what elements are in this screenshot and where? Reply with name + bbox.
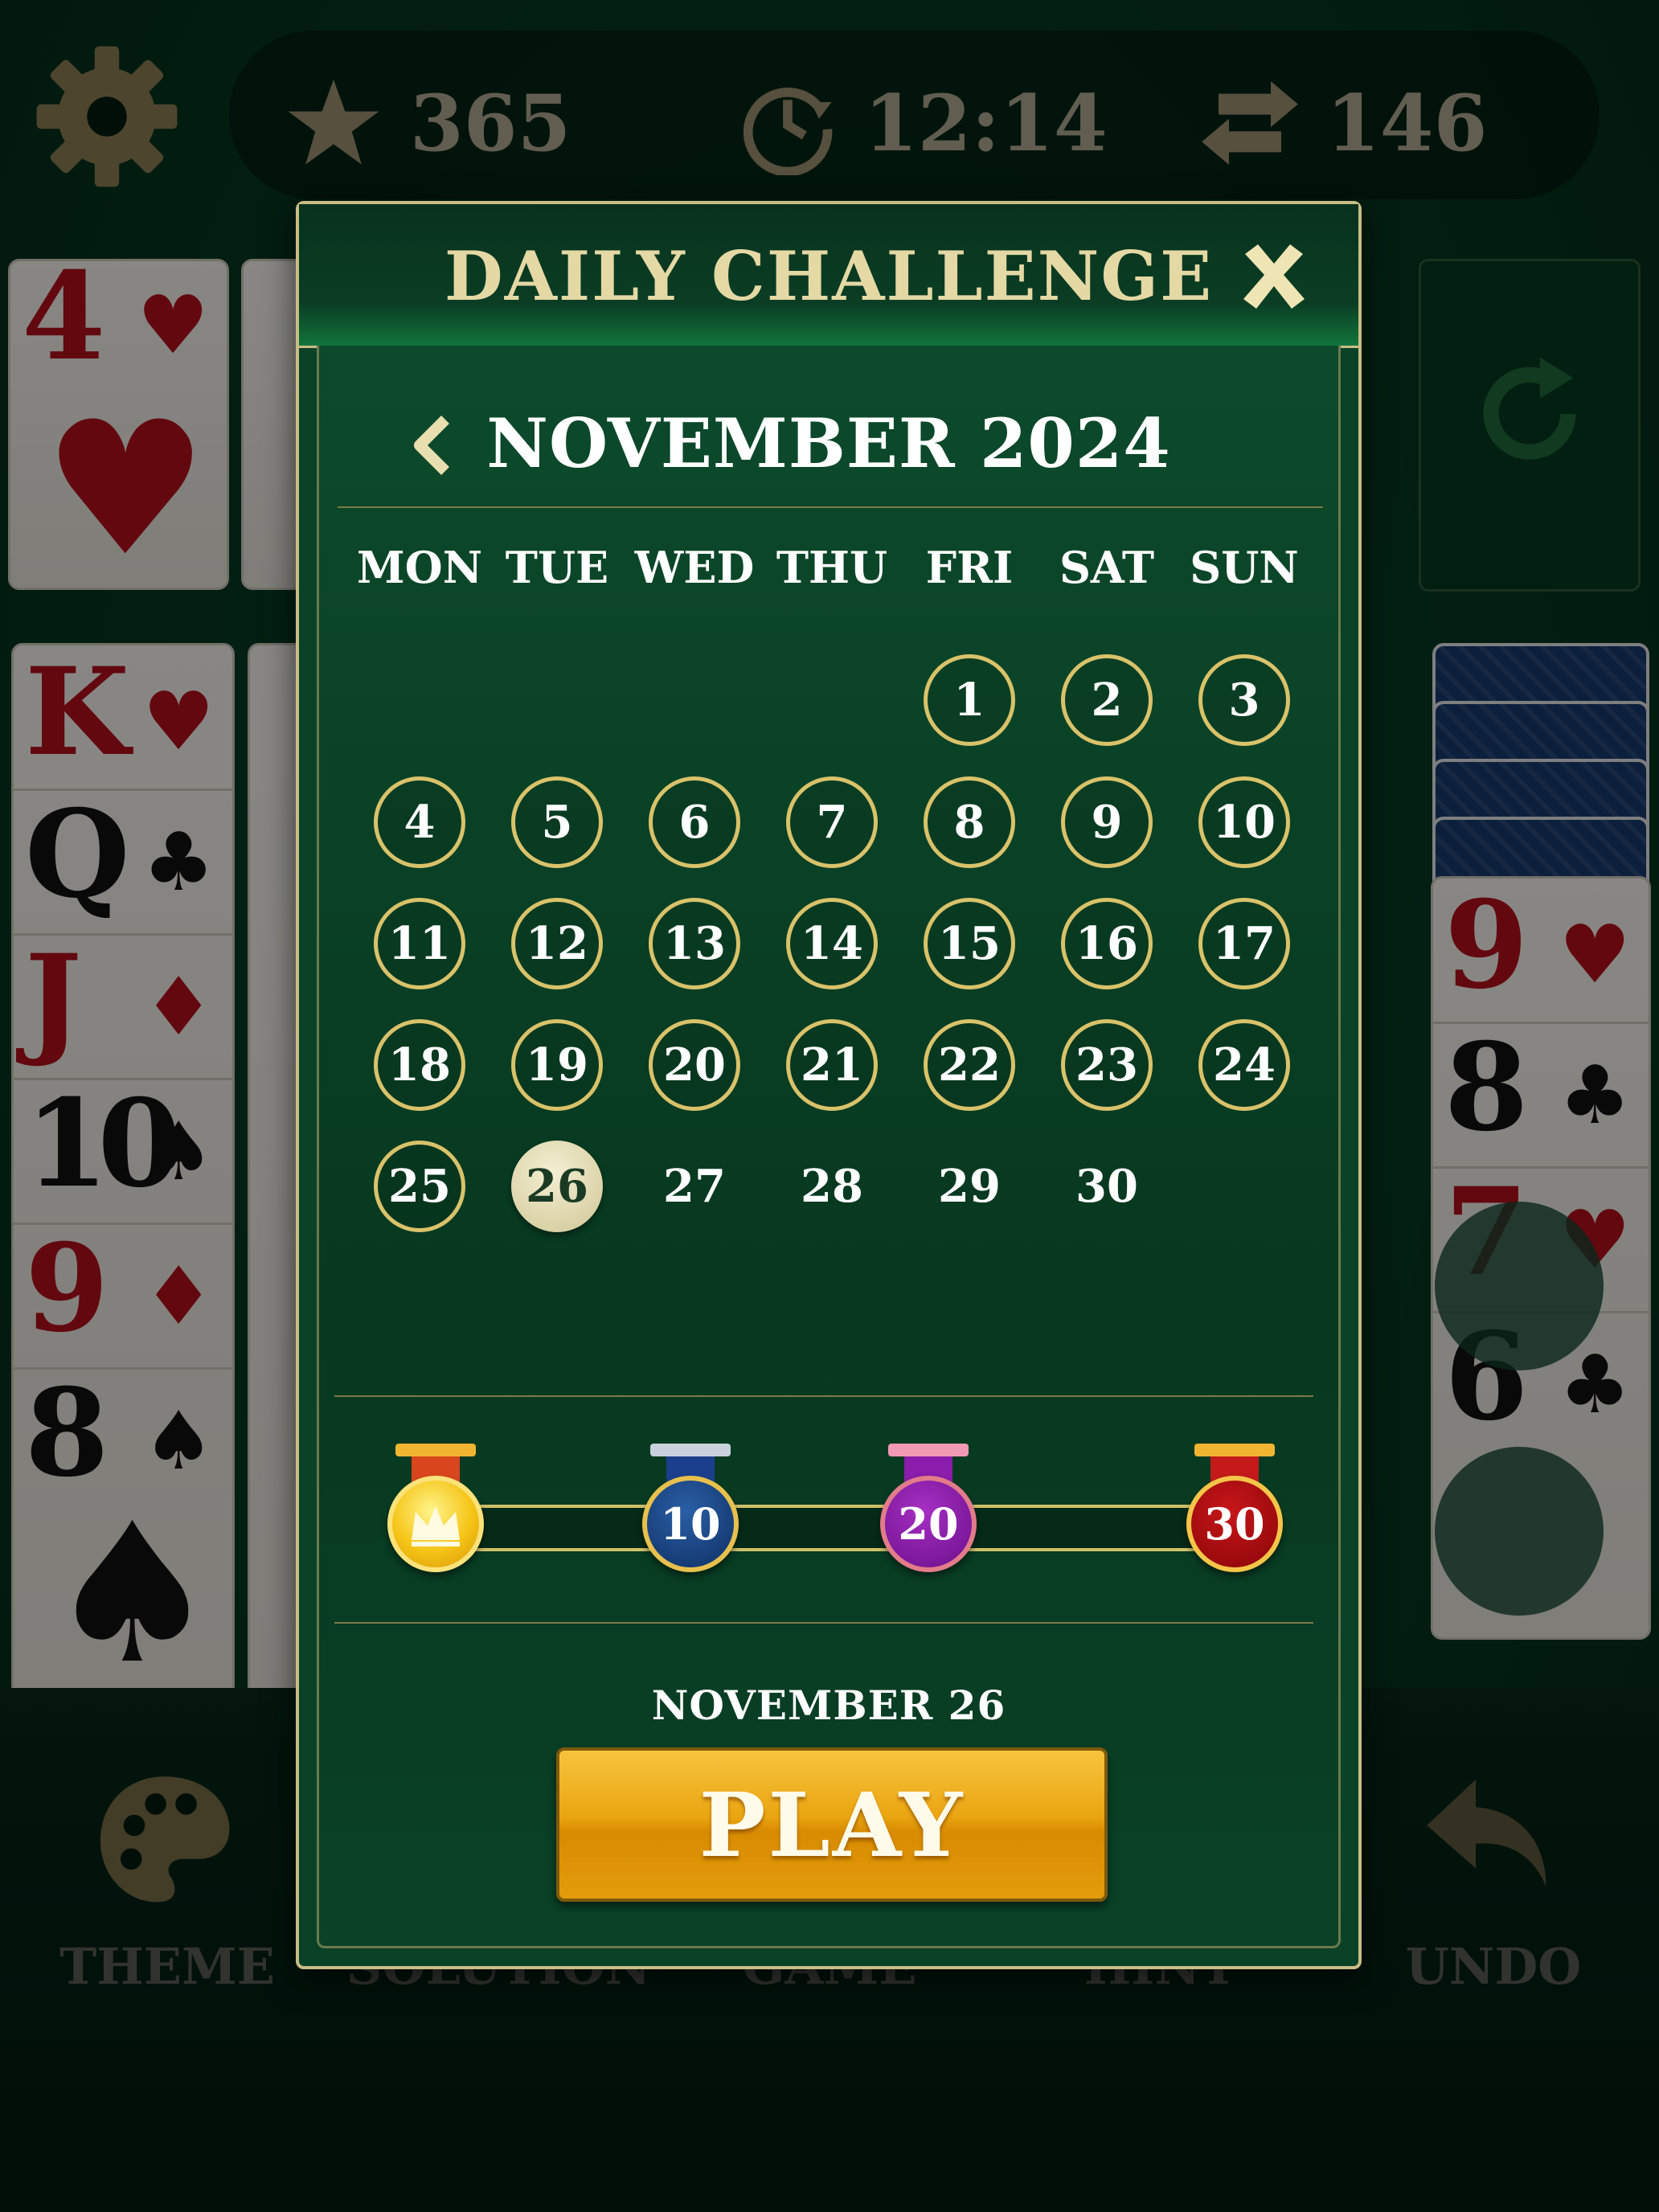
month-title: NOVEMBER 2024 <box>486 403 1171 483</box>
calendar-day[interactable]: 19 <box>511 1019 603 1111</box>
milestone-medal-30: 30 <box>1186 1444 1283 1580</box>
calendar-day[interactable]: 9 <box>1061 776 1153 868</box>
close-icon <box>1243 244 1305 309</box>
calendar-day[interactable]: 24 <box>1198 1019 1290 1111</box>
calendar-day[interactable]: 17 <box>1198 898 1290 989</box>
calendar-day[interactable]: 20 <box>649 1019 740 1111</box>
calendar-day[interactable]: 26 <box>511 1141 603 1232</box>
calendar-day[interactable]: 15 <box>924 898 1015 989</box>
calendar-day[interactable]: 14 <box>786 898 878 989</box>
selected-date-label: NOVEMBER 26 <box>651 1682 1006 1729</box>
weekday-tue: TUE <box>505 542 609 593</box>
calendar-day[interactable]: 22 <box>924 1019 1015 1111</box>
milestone-progress-track <box>428 1505 1231 1551</box>
calendar-day: 28 <box>801 1160 863 1213</box>
divider <box>334 1622 1313 1624</box>
weekday-sat: SAT <box>1059 542 1155 593</box>
dialog-title: DAILY CHALLENGE <box>444 236 1214 316</box>
calendar-day: 29 <box>938 1160 1001 1213</box>
calendar-day[interactable]: 3 <box>1198 654 1290 746</box>
calendar-day[interactable]: 13 <box>649 898 740 989</box>
dialog-header: DAILY CHALLENGE <box>299 204 1358 348</box>
calendar-day: 30 <box>1075 1160 1138 1213</box>
milestone-medal-10: 10 <box>642 1444 739 1580</box>
calendar-day[interactable]: 21 <box>786 1019 878 1111</box>
close-button[interactable] <box>1234 236 1314 317</box>
calendar-day[interactable]: 8 <box>924 776 1015 868</box>
calendar-day[interactable]: 23 <box>1061 1019 1153 1111</box>
divider <box>338 506 1323 508</box>
calendar-day[interactable]: 4 <box>374 776 465 868</box>
milestone-label: 10 <box>660 1498 721 1550</box>
weekday-fri: FRI <box>925 542 1014 593</box>
calendar-day[interactable]: 16 <box>1061 898 1153 989</box>
weekday-mon: MON <box>356 542 483 593</box>
weekday-thu: THU <box>776 542 888 593</box>
daily-challenge-dialog: DAILY CHALLENGE NOVEMBER 2024 10 20 30 NOV… <box>296 201 1362 1969</box>
divider <box>334 1395 1313 1397</box>
calendar-day[interactable]: 25 <box>374 1141 465 1232</box>
crown-medal-icon <box>387 1444 484 1580</box>
play-button[interactable]: PLAY <box>556 1747 1108 1902</box>
calendar-day[interactable]: 18 <box>374 1019 465 1111</box>
calendar-day[interactable]: 7 <box>786 776 878 868</box>
calendar-day[interactable]: 6 <box>649 776 740 868</box>
calendar-day[interactable]: 11 <box>374 898 465 989</box>
calendar-day: 27 <box>663 1160 726 1213</box>
milestone-label: 30 <box>1204 1498 1265 1550</box>
calendar-day[interactable]: 12 <box>511 898 603 989</box>
calendar-day[interactable]: 2 <box>1061 654 1153 746</box>
weekday-wed: WED <box>634 542 755 593</box>
play-label: PLAY <box>698 1772 965 1877</box>
calendar-day[interactable]: 1 <box>924 654 1015 746</box>
weekday-sun: SUN <box>1190 542 1299 593</box>
calendar-day[interactable]: 10 <box>1198 776 1290 868</box>
milestone-medal-20: 20 <box>880 1444 977 1580</box>
calendar-day[interactable]: 5 <box>511 776 603 868</box>
milestone-label: 20 <box>898 1498 959 1550</box>
